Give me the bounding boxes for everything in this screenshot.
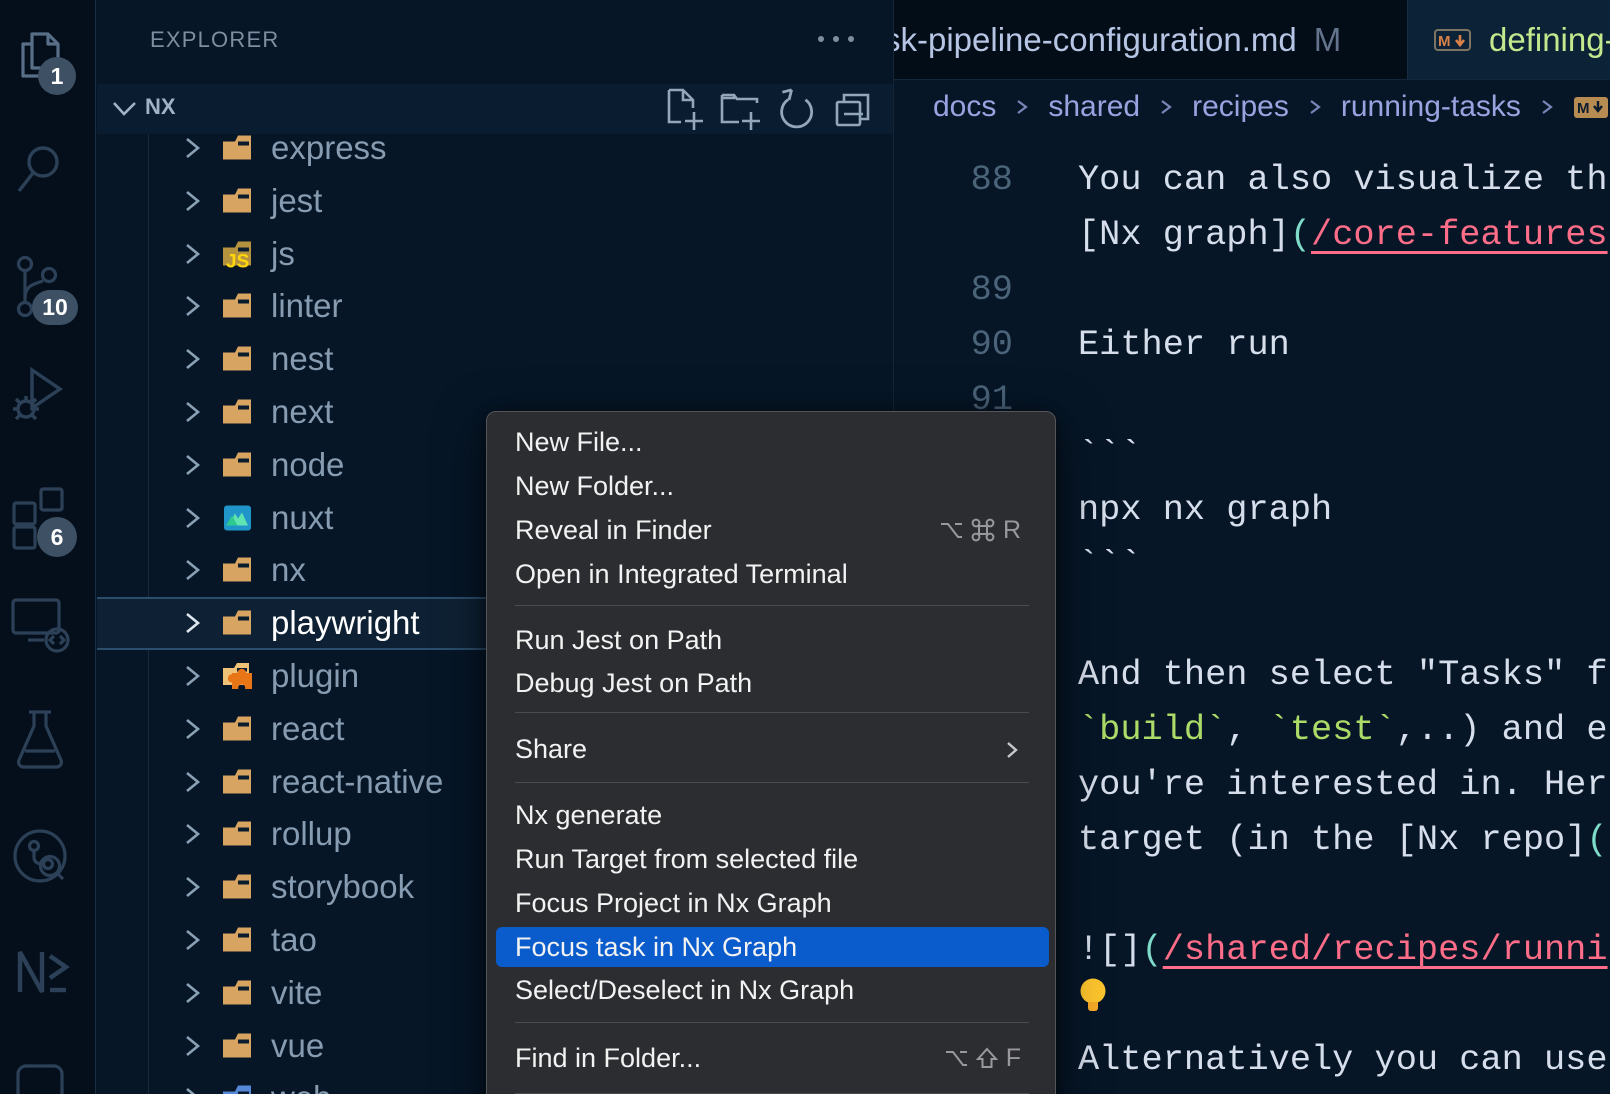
- svg-text:M: M: [1577, 100, 1590, 117]
- svg-text:JS: JS: [226, 251, 249, 267]
- svg-text:M: M: [1438, 33, 1451, 50]
